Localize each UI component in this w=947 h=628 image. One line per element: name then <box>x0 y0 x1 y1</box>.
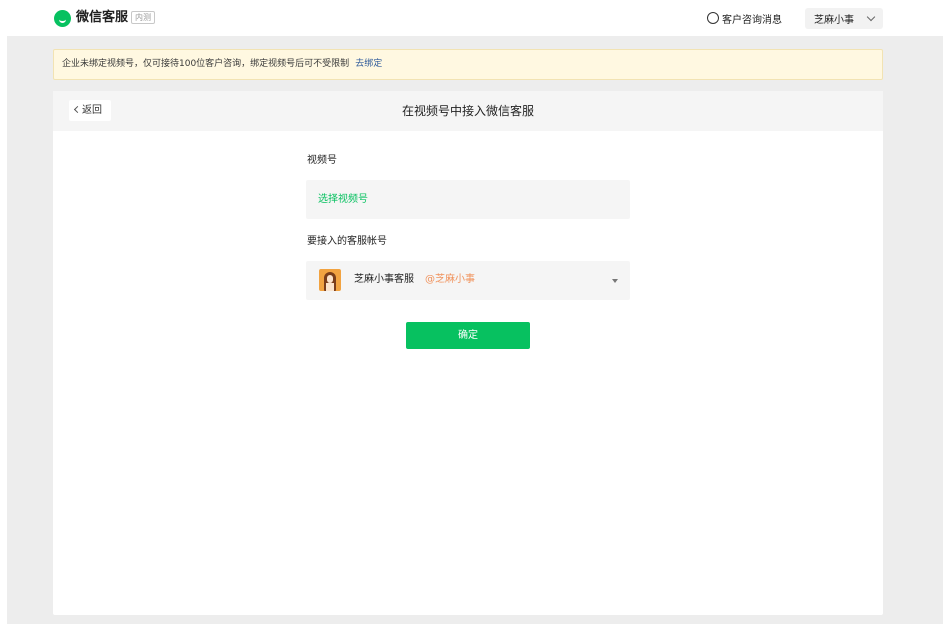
chat-bubble-icon <box>707 12 719 24</box>
customer-messages-link[interactable]: 客户咨询消息 <box>707 10 782 26</box>
avatar <box>319 269 341 291</box>
bind-channel-link[interactable]: 去绑定 <box>355 59 382 69</box>
beta-badge: 内测 <box>131 11 155 24</box>
user-menu[interactable]: 芝麻小事 <box>805 8 883 29</box>
channel-label: 视频号 <box>307 155 337 166</box>
chevron-down-icon <box>866 12 876 22</box>
notice-text: 企业未绑定视频号，仅可接待100位客户咨询，绑定视频号后可不受限制 <box>62 59 350 69</box>
channel-select[interactable]: 选择视频号 <box>306 180 630 219</box>
account-label: 要接入的客服帐号 <box>307 236 387 247</box>
app-title: 微信客服 <box>76 10 129 25</box>
wechat-service-logo-icon <box>54 10 71 27</box>
page-title: 在视频号中接入微信客服 <box>401 104 534 118</box>
notice-banner: 企业未绑定视频号，仅可接待100位客户咨询，绑定视频号后可不受限制 去绑定 <box>53 49 883 80</box>
account-name: 芝麻小事客服 <box>354 274 414 285</box>
top-bar: 微信客服 内测 客户咨询消息 芝麻小事 <box>0 0 947 36</box>
confirm-button[interactable]: 确定 <box>406 322 530 349</box>
user-name: 芝麻小事 <box>814 15 854 26</box>
panel-header: 返回 在视频号中接入微信客服 <box>53 91 883 131</box>
customer-messages-label: 客户咨询消息 <box>722 14 782 26</box>
dropdown-caret-icon <box>612 279 618 283</box>
account-handle: @芝麻小事 <box>425 274 475 285</box>
channel-placeholder: 选择视频号 <box>318 194 368 205</box>
account-select[interactable]: 芝麻小事客服 @芝麻小事 <box>306 261 630 300</box>
main-panel: 返回 在视频号中接入微信客服 视频号 选择视频号 要接入的客服帐号 芝麻小事客服… <box>53 91 883 615</box>
